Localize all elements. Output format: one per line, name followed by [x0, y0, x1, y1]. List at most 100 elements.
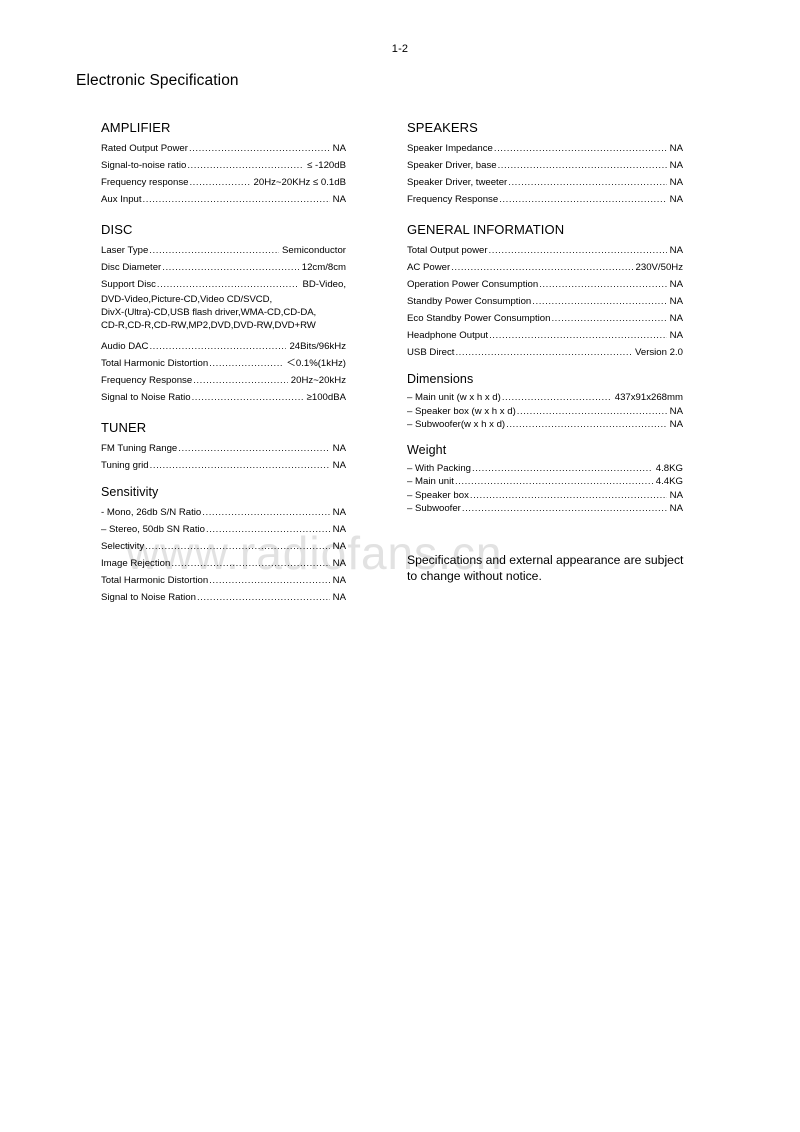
right-column: SPEAKERS Speaker Impedance NA Speaker Dr… [407, 120, 683, 516]
dot-leader [193, 372, 288, 389]
section-sensitivity: Sensitivity - Mono, 26db S/N Ratio NA – … [101, 484, 346, 606]
page-number: 1-2 [391, 43, 409, 55]
support-disc-line: DVD-Video,Picture-CD,Video CD/SVCD, [101, 294, 273, 305]
spec-value: 230V/50Hz [635, 262, 683, 273]
spec-label: Disc Diameter [101, 262, 162, 273]
spec-label: Speaker Driver, base [407, 160, 497, 171]
spec-value: NA [669, 194, 683, 205]
section-speakers: SPEAKERS Speaker Impedance NA Speaker Dr… [407, 120, 683, 208]
section-heading-general-information: GENERAL INFORMATION [407, 222, 565, 237]
spec-row: – Speaker box NA [407, 489, 683, 503]
spec-label: Aux Input [101, 194, 142, 205]
spec-value: 24Bits/96kHz [289, 341, 346, 352]
spec-row: Image Rejection NA [101, 555, 346, 572]
spec-value: BD-Video, [302, 279, 346, 290]
spec-row: Tuning grid NA [101, 457, 346, 474]
dot-leader [502, 391, 612, 405]
dot-leader [189, 140, 330, 157]
section-disc: DISC Laser Type Semiconductor Disc Diame… [101, 222, 346, 406]
dot-leader [506, 418, 667, 432]
dot-leader [489, 242, 667, 259]
dot-leader [517, 405, 667, 419]
spec-row: Aux Input NA [101, 191, 346, 208]
dot-leader [162, 259, 299, 276]
disclaimer-note: Specifications and external appearance a… [407, 553, 684, 583]
spec-label: – Main unit (w x h x d) [407, 392, 501, 403]
spec-label: USB Direct [407, 347, 455, 358]
spec-label: Frequency Response [407, 194, 499, 205]
spec-value: ＜0.1%(1kHz) [286, 358, 346, 369]
spec-value: NA [669, 419, 683, 430]
spec-label: Audio DAC [101, 341, 149, 352]
dot-leader [489, 327, 667, 344]
spec-value: NA [332, 524, 346, 535]
spec-value: NA [332, 558, 346, 569]
section-amplifier: AMPLIFIER Rated Output Power NA Signal-t… [101, 120, 346, 208]
spec-label: Speaker Driver, tweeter [407, 177, 508, 188]
dot-leader [197, 589, 330, 606]
dot-leader [455, 475, 653, 489]
spec-row: – Stereo, 50db SN Ratio NA [101, 521, 346, 538]
spec-row: Total Output power NA [407, 242, 683, 259]
support-disc-line: CD-R,CD-R,CD-RW,MP2,DVD,DVD-RW,DVD+RW [101, 320, 316, 331]
spec-value: NA [669, 503, 683, 514]
spec-row: Speaker Driver, tweeter NA [407, 174, 683, 191]
spec-row: Support Disc BD-Video, [101, 276, 346, 293]
section-heading-dimensions: Dimensions [407, 372, 474, 386]
dot-leader [532, 293, 666, 310]
dot-leader [494, 140, 667, 157]
spec-value: NA [669, 177, 683, 188]
spec-row: – With Packing 4.8KG [407, 462, 683, 476]
spec-row: Headphone Output NA [407, 327, 683, 344]
dot-leader [508, 174, 666, 191]
section-dimensions: Dimensions – Main unit (w x h x d) 437x9… [407, 371, 683, 432]
spec-row: Total Harmonic Distortion ＜0.1%(1kHz) [101, 355, 346, 372]
dot-leader [145, 538, 329, 555]
spec-label: Signal-to-noise ratio [101, 160, 187, 171]
spec-label: Frequency Response [101, 375, 193, 386]
spec-label: Tuning grid [101, 460, 149, 471]
spec-value: 4.4KG [655, 476, 683, 487]
spec-label: – Main unit [407, 476, 454, 487]
spec-label: Total Harmonic Distortion [101, 575, 209, 586]
dot-leader [462, 502, 667, 516]
spec-value: Version 2.0 [634, 347, 683, 358]
section-heading-tuner: TUNER [101, 420, 147, 435]
spec-value: NA [669, 330, 683, 341]
dot-leader [499, 191, 666, 208]
spec-row: Speaker Driver, base NA [407, 157, 683, 174]
spec-row: – Subwoofer NA [407, 502, 683, 516]
spec-label: – Speaker box [407, 489, 469, 501]
dot-leader [187, 157, 304, 174]
spec-row: FM Tuning Range NA [101, 440, 346, 457]
section-general-information: GENERAL INFORMATION Total Output power N… [407, 222, 683, 361]
section-heading-sensitivity: Sensitivity [101, 485, 159, 499]
specification-page: www.radiofans.cn 1-2 Electronic Specific… [0, 0, 800, 1132]
spec-value: ≥100dBA [306, 392, 346, 403]
spec-row: Frequency Response NA [407, 191, 683, 208]
dot-leader [206, 521, 330, 538]
spec-value: 20Hz~20kHz [290, 375, 346, 386]
dot-leader [455, 344, 632, 361]
spec-value: NA [669, 245, 683, 256]
dot-leader [498, 157, 667, 174]
spec-row: Total Harmonic Distortion NA [101, 572, 346, 589]
spec-value: NA [669, 279, 683, 290]
spec-label: - Mono, 26db S/N Ratio [101, 507, 202, 518]
spec-value: NA [332, 443, 346, 454]
spec-row: Signal-to-noise ratio ≤ -120dB [101, 157, 346, 174]
section-weight: Weight – With Packing 4.8KG – Main unit … [407, 442, 683, 516]
spec-label: Total Harmonic Distortion [101, 358, 209, 369]
dot-leader [150, 457, 330, 474]
spec-label: AC Power [407, 262, 451, 273]
spec-label: – With Packing [407, 462, 471, 474]
dot-leader [178, 440, 329, 457]
spec-row: Signal to Noise Ration NA [101, 589, 346, 606]
spec-row: – Main unit 4.4KG [407, 475, 683, 489]
dot-leader [157, 276, 300, 293]
spec-label: Frequency response [101, 177, 189, 188]
